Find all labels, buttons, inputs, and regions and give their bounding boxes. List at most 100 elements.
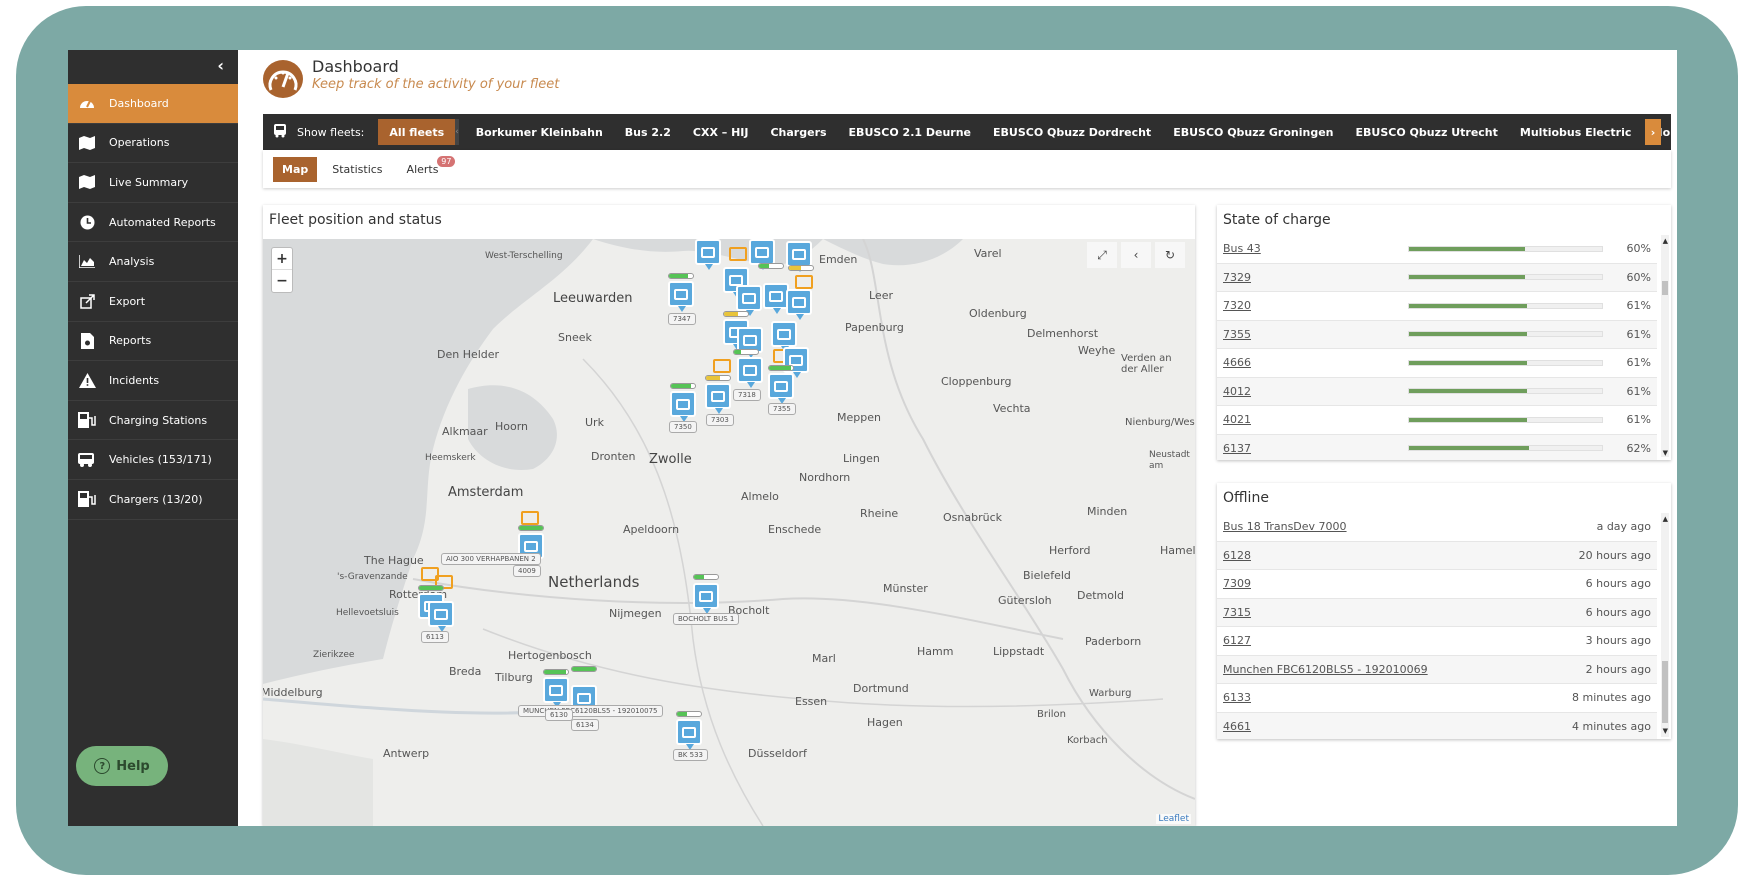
vehicle-link[interactable]: 6133 (1223, 691, 1251, 704)
map-city-label: Osnabrück (943, 511, 1002, 524)
vehicle-link[interactable]: 7309 (1223, 577, 1251, 590)
scroll-down-icon[interactable]: ▼ (1663, 449, 1668, 457)
fullscreen-icon[interactable]: ⤢ (1087, 242, 1117, 268)
bus-marker[interactable] (786, 289, 812, 320)
bus-marker[interactable] (786, 241, 812, 272)
charger-marker[interactable] (795, 275, 813, 289)
marker-label: 7355 (768, 403, 796, 415)
fleet-item[interactable]: Borkumer Kleinbahn (465, 119, 614, 145)
refresh-icon[interactable]: ↻ (1155, 242, 1185, 268)
bus-marker[interactable] (670, 391, 696, 422)
vehicle-link[interactable]: 6137 (1223, 442, 1251, 455)
map-city-label: Weyhe (1078, 344, 1116, 357)
charger-marker[interactable] (729, 247, 747, 261)
chevron-left-icon[interactable]: ‹ (1121, 242, 1151, 268)
speedometer-icon (77, 95, 97, 111)
leaflet-attribution-link[interactable]: Leaflet (1156, 814, 1191, 824)
bus-marker[interactable] (428, 601, 454, 632)
tab-alerts[interactable]: Alerts 97 (398, 155, 456, 182)
sidebar-item-incidents[interactable]: Incidents (68, 361, 238, 401)
sidebar-item-live-summary[interactable]: Live Summary (68, 163, 238, 203)
vehicle-link[interactable]: 7355 (1223, 328, 1251, 341)
vehicle-link[interactable]: 7329 (1223, 271, 1251, 284)
sidebar-item-operations[interactable]: Operations (68, 124, 238, 164)
map-city-label: Marl (812, 652, 836, 665)
map-city-label: Dronten (591, 450, 636, 463)
vehicle-link[interactable]: Munchen FBC6120BLS5 - 192010069 (1223, 663, 1428, 676)
fleet-item[interactable]: EBUSCO Qbuzz Dordrecht (982, 119, 1162, 145)
bus-marker[interactable] (737, 357, 763, 388)
sidebar-item-charging-stations[interactable]: Charging Stations (68, 401, 238, 441)
sidebar-item-reports[interactable]: Reports (68, 322, 238, 362)
bus-marker[interactable] (771, 321, 797, 352)
main-content: Dashboard Keep track of the activity of … (238, 50, 1677, 826)
warning-icon (77, 372, 97, 388)
fleet-item[interactable]: EBUSCO 2.1 Deurne (838, 119, 982, 145)
fleet-map[interactable]: + − ⤢ ‹ ↻ West-Terschelling Leeuwarden E… (263, 239, 1195, 826)
bus-marker[interactable] (543, 677, 569, 708)
vehicle-link[interactable]: 7320 (1223, 299, 1251, 312)
bus-marker[interactable] (676, 719, 702, 750)
collapse-sidebar-icon[interactable]: ‹ (217, 56, 224, 75)
scroll-up-icon[interactable]: ▲ (1663, 237, 1668, 245)
fleet-all[interactable]: All fleets (378, 119, 456, 145)
soc-scrollbar[interactable] (1661, 235, 1669, 457)
charger-marker[interactable] (713, 359, 731, 373)
zoom-out-button[interactable]: − (272, 270, 292, 292)
soc-indicator (543, 669, 569, 675)
bus-marker[interactable] (693, 583, 719, 614)
fleet-item[interactable]: Bus 2.2 (614, 119, 682, 145)
bus-marker[interactable] (668, 281, 694, 312)
sidebar-item-chargers[interactable]: Chargers (13/20) (68, 480, 238, 520)
sidebar-item-export[interactable]: Export (68, 282, 238, 322)
vehicle-link[interactable]: 7315 (1223, 606, 1251, 619)
fleet-item[interactable]: EBUSCO Qbuzz Groningen (1162, 119, 1344, 145)
soc-percent: 60% (1626, 242, 1651, 256)
fleet-scroll-left-icon[interactable]: ‹ (455, 119, 459, 145)
export-icon (77, 293, 97, 309)
zoom-in-button[interactable]: + (272, 248, 292, 270)
soc-indicator (733, 349, 759, 355)
offline-list[interactable]: Bus 18 TransDev 7000 a day ago 6128 20 hou… (1217, 513, 1657, 739)
tab-alerts-label: Alerts (406, 162, 439, 176)
tab-map[interactable]: Map (273, 156, 318, 182)
list-item: 7329 60% (1217, 263, 1657, 292)
vehicle-link[interactable]: 4666 (1223, 356, 1251, 369)
vehicle-link[interactable]: 6128 (1223, 549, 1251, 562)
sidebar-item-label: Operations (109, 136, 170, 150)
charger-marker[interactable] (521, 511, 539, 525)
soc-list[interactable]: Bus 43 60% 7329 60% 7320 61% 7355 61% 4666 61… (1217, 235, 1657, 460)
vehicle-link[interactable]: 4021 (1223, 413, 1251, 426)
bus-marker[interactable] (705, 383, 731, 414)
offline-scrollbar[interactable] (1661, 513, 1669, 737)
sidebar-item-label: Automated Reports (109, 215, 216, 229)
map-city-label: Leer (869, 289, 893, 302)
scroll-up-icon[interactable]: ▲ (1663, 515, 1668, 523)
vehicle-link[interactable]: 4012 (1223, 385, 1251, 398)
vehicle-link[interactable]: 4661 (1223, 720, 1251, 733)
map-city-label: Hamm (917, 645, 954, 658)
vehicle-link[interactable]: 6127 (1223, 634, 1251, 647)
fleet-item[interactable]: CXX – HIJ (682, 119, 760, 145)
bus-marker[interactable] (736, 285, 762, 316)
help-button[interactable]: ? Help (76, 746, 168, 786)
vehicle-link[interactable]: Bus 43 (1223, 242, 1261, 255)
soc-indicator (518, 525, 544, 531)
map-city-label: The Hague (364, 554, 424, 567)
sidebar-item-label: Export (109, 294, 146, 308)
tab-statistics[interactable]: Statistics (323, 157, 391, 182)
sidebar-item-dashboard[interactable]: Dashboard (68, 84, 238, 124)
sidebar-item-vehicles[interactable]: Vehicles (153/171) (68, 440, 238, 480)
fleet-item[interactable]: Chargers (759, 119, 837, 145)
bus-marker[interactable] (695, 239, 721, 270)
bus-marker[interactable] (749, 239, 775, 270)
vehicle-link[interactable]: Bus 18 TransDev 7000 (1223, 520, 1347, 533)
scroll-down-icon[interactable]: ▼ (1663, 727, 1668, 735)
bus-marker[interactable] (768, 373, 794, 404)
fleet-scroll-right-icon[interactable]: › (1645, 119, 1661, 145)
map-icon (77, 174, 97, 190)
sidebar-item-automated-reports[interactable]: Automated Reports (68, 203, 238, 243)
sidebar-item-analysis[interactable]: Analysis (68, 242, 238, 282)
fleet-item[interactable]: EBUSCO Qbuzz Utrecht (1345, 119, 1509, 145)
fleet-item[interactable]: Multiobus Electric (1509, 119, 1642, 145)
